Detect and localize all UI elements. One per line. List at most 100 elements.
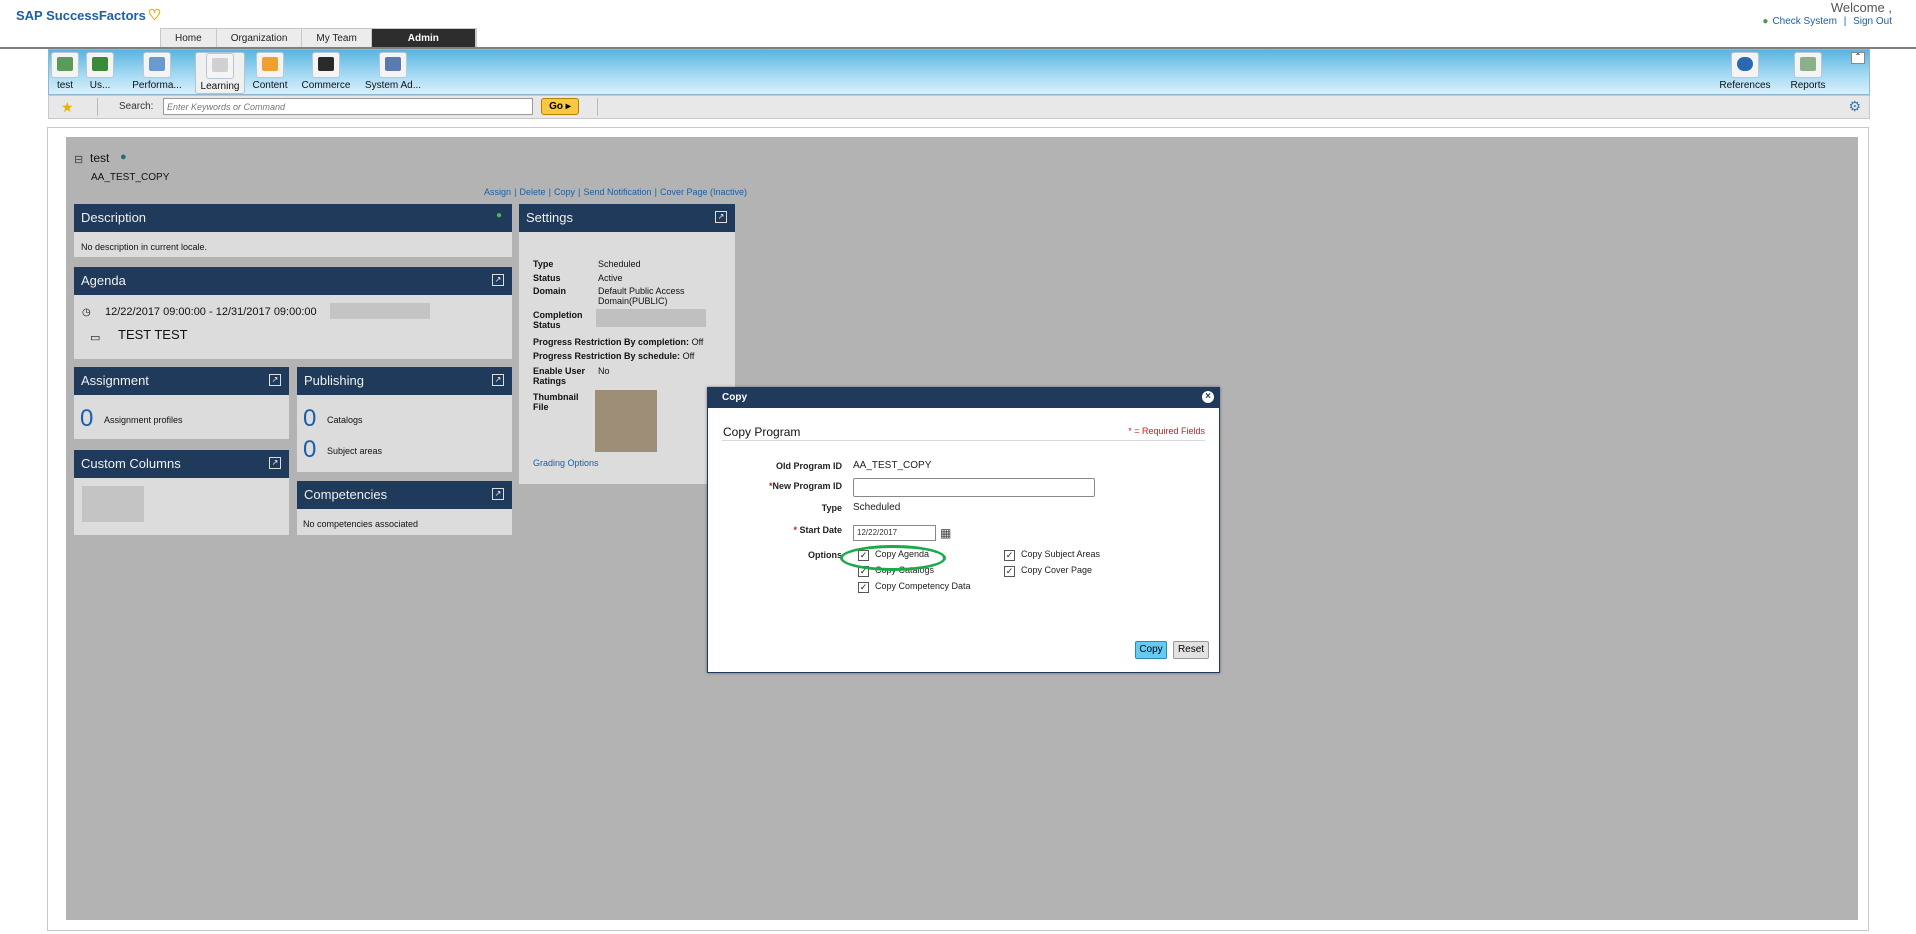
- custom-columns-header: Custom Columns ↗: [74, 450, 289, 478]
- module-toolbar: test Us... Performa... Learning Content …: [48, 49, 1870, 95]
- competencies-panel: Competencies ↗ No competencies associated: [297, 481, 512, 535]
- edit-icon[interactable]: ↗: [715, 211, 727, 223]
- divider: [97, 98, 98, 116]
- reset-button[interactable]: Reset: [1173, 641, 1209, 659]
- copy-program-dialog: Copy × Copy Program * = Required Fields …: [707, 387, 1220, 673]
- toolbar-users[interactable]: Us...: [83, 52, 117, 91]
- program-actions: Assign | Delete | Copy | Send Notificati…: [484, 187, 748, 197]
- settings-domain-value: Default Public Access Domain(PUBLIC): [598, 286, 685, 306]
- check-system-icon: ●: [1762, 16, 1769, 27]
- copy-subject-areas-checkbox[interactable]: ✓ Copy Subject Areas: [1004, 549, 1100, 561]
- toolbar-system-admin[interactable]: System Ad...: [363, 52, 423, 91]
- heart-icon: ♡: [147, 7, 162, 24]
- old-id-label: Old Program ID: [775, 461, 842, 471]
- globe-icon: ●: [120, 151, 127, 163]
- nav-organization[interactable]: Organization: [216, 29, 303, 48]
- divider: [722, 440, 1205, 441]
- briefcase-icon: [312, 52, 340, 78]
- settings-domain-label: Domain: [533, 286, 567, 296]
- toolbar-reports[interactable]: Reports: [1787, 52, 1829, 91]
- edit-icon[interactable]: ↗: [492, 488, 504, 500]
- description-text: No description in current locale.: [81, 242, 208, 252]
- options-label: Options: [808, 550, 842, 560]
- redacted-block: [596, 309, 706, 327]
- edit-icon[interactable]: ↗: [492, 274, 504, 286]
- edit-icon[interactable]: ↗: [269, 374, 281, 386]
- assignment-panel: Assignment ↗ 0 Assignment profiles: [74, 367, 289, 439]
- brand-logo[interactable]: SAP SuccessFactors ♡: [16, 6, 161, 24]
- delete-link[interactable]: Delete: [519, 187, 545, 197]
- settings-status-label: Status: [533, 273, 561, 283]
- search-input[interactable]: [163, 98, 533, 115]
- custom-columns-panel: Custom Columns ↗: [74, 450, 289, 535]
- welcome-text: Welcome ,: [1830, 0, 1892, 15]
- collapse-toolbar-icon[interactable]: ⌃: [1851, 52, 1865, 64]
- redacted-block: [330, 303, 430, 319]
- top-links: ● Check System | Sign Out: [1758, 16, 1892, 27]
- new-program-id-input[interactable]: [853, 478, 1095, 497]
- info-icon: [1731, 52, 1759, 78]
- edit-icon[interactable]: ↗: [492, 374, 504, 386]
- reports-icon: [1794, 52, 1822, 78]
- assignment-label: Assignment profiles: [104, 415, 183, 425]
- learning-icon: [206, 53, 234, 79]
- divider: [597, 98, 598, 116]
- users-icon: [86, 52, 114, 78]
- send-notification-link[interactable]: Send Notification: [583, 187, 651, 197]
- copy-competency-checkbox[interactable]: ✓ Copy Competency Data: [858, 581, 971, 593]
- settings-ratings-value: No: [598, 366, 610, 376]
- settings-progress-completion: Progress Restriction By completion: Off: [533, 337, 704, 347]
- search-bar: ★ Search: Go ▸ ⚙: [48, 95, 1870, 119]
- program-title: test: [90, 151, 110, 165]
- start-date-input[interactable]: 12/22/2017: [853, 525, 936, 541]
- toolbar-learning[interactable]: Learning: [195, 52, 245, 94]
- check-system-link[interactable]: Check System: [1772, 16, 1836, 27]
- program-id: AA_TEST_COPY: [91, 172, 170, 183]
- calendar-picker-icon[interactable]: ▦: [940, 526, 951, 540]
- grading-options-link[interactable]: Grading Options: [533, 458, 599, 468]
- type-label: Type: [821, 503, 842, 513]
- catalogs-count: 0: [303, 405, 317, 432]
- settings-ratings-label: Enable User Ratings: [533, 366, 586, 386]
- go-button[interactable]: Go ▸: [541, 98, 579, 115]
- top-nav: Home Organization My Team Admin: [160, 28, 477, 49]
- assign-link[interactable]: Assign: [484, 187, 511, 197]
- settings-type-label: Type: [533, 259, 554, 269]
- description-panel: Description ● No description in current l…: [74, 204, 512, 257]
- toolbar-performance[interactable]: Performa...: [129, 52, 185, 91]
- cover-page-link[interactable]: Cover Page (Inactive): [660, 187, 747, 197]
- sign-out-link[interactable]: Sign Out: [1853, 16, 1892, 27]
- nav-home[interactable]: Home: [161, 29, 217, 48]
- settings-status-value: Active: [598, 273, 623, 283]
- favorite-star-icon[interactable]: ★: [61, 99, 74, 116]
- toolbar-commerce[interactable]: Commerce: [301, 52, 351, 91]
- agenda-panel: Agenda ↗ ◷ 12/22/2017 09:00:00 - 12/31/20…: [74, 267, 512, 359]
- thumbnail-image: [595, 390, 657, 452]
- copy-cover-page-checkbox[interactable]: ✓ Copy Cover Page: [1004, 565, 1092, 577]
- settings-type-value: Scheduled: [598, 259, 641, 269]
- calendar-icon: ▭: [90, 332, 101, 344]
- nav-my-team[interactable]: My Team: [302, 29, 372, 48]
- globe-icon[interactable]: ●: [494, 211, 504, 221]
- collapse-icon[interactable]: ⊟: [74, 153, 83, 166]
- copy-link[interactable]: Copy: [554, 187, 575, 197]
- toplinks-divider: |: [1843, 16, 1847, 27]
- edit-icon[interactable]: ↗: [269, 457, 281, 469]
- competencies-header: Competencies ↗: [297, 481, 512, 509]
- publishing-panel: Publishing ↗ 0 Catalogs 0 Subject areas: [297, 367, 512, 472]
- close-icon[interactable]: ×: [1202, 391, 1214, 403]
- subjects-label: Subject areas: [327, 446, 383, 456]
- nav-admin[interactable]: Admin: [371, 29, 476, 48]
- content-icon: [256, 52, 284, 78]
- gear-icon[interactable]: ⚙: [1848, 98, 1861, 115]
- agenda-item: TEST TEST: [118, 327, 188, 342]
- checkbox-checked-icon: ✓: [1004, 550, 1015, 561]
- toolbar-content[interactable]: Content: [249, 52, 291, 91]
- catalogs-label: Catalogs: [327, 415, 363, 425]
- dialog-header: Copy ×: [708, 388, 1219, 408]
- system-admin-icon: [379, 52, 407, 78]
- copy-button[interactable]: Copy: [1135, 641, 1167, 659]
- redacted-block: [82, 486, 144, 522]
- toolbar-references[interactable]: References: [1717, 52, 1773, 91]
- toolbar-test[interactable]: test: [51, 52, 79, 91]
